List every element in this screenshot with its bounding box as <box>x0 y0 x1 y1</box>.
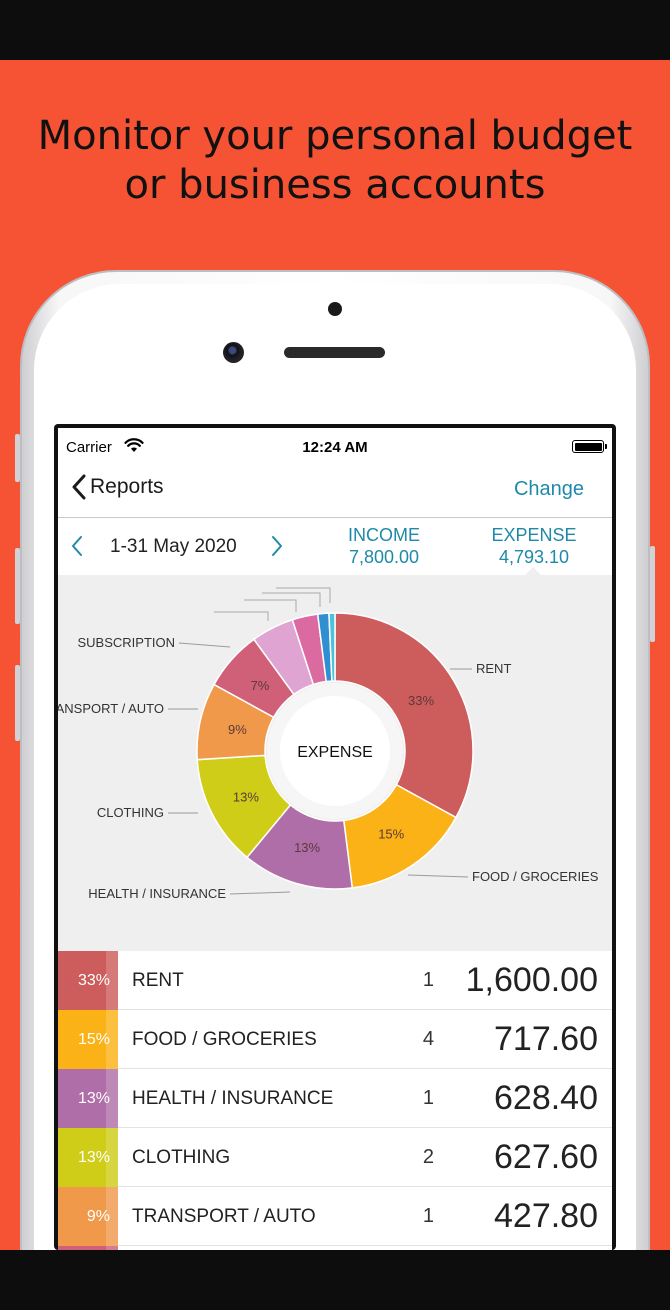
pie-slice-percent-label: 33% <box>408 693 434 708</box>
back-label: Reports <box>90 475 164 498</box>
category-row[interactable]: 33% RENT 1 1,600.00 <box>58 951 612 1010</box>
phone-power-button <box>650 546 655 642</box>
expense-value: 4,793.10 <box>498 547 570 567</box>
category-amount: 628.40 <box>494 1079 598 1117</box>
promo-headline: Monitor your personal budget or business… <box>0 112 670 210</box>
pie-slice-percent-label: 9% <box>228 722 247 737</box>
income-label: INCOME <box>348 525 420 545</box>
pie-label-leader-line <box>229 891 291 895</box>
headline-line-2: or business accounts <box>124 162 546 208</box>
category-transaction-count: 1 <box>422 969 434 991</box>
category-name: CLOTHING <box>132 1147 231 1168</box>
phone-screen: Carrier 12:24 AM Reports Change 1-31 May… <box>54 424 616 1250</box>
camera-icon <box>223 342 244 363</box>
category-percent-badge: 13% <box>58 1128 118 1187</box>
category-percent-badge: 33% <box>58 951 118 1010</box>
promo-banner: Monitor your personal budget or business… <box>0 60 670 1250</box>
category-row[interactable]: 13% CLOTHING 2 627.60 <box>58 1128 612 1187</box>
chevron-left-icon <box>72 474 86 500</box>
status-time: 12:24 AM <box>302 439 368 456</box>
income-value: 7,800.00 <box>348 547 420 567</box>
pie-category-label: HEALTH / INSURANCE <box>88 886 226 901</box>
category-name: RENT <box>132 970 184 991</box>
category-percent-badge: 9% <box>58 1187 118 1246</box>
category-name: FOOD / GROCERIES <box>132 1029 317 1050</box>
category-transaction-count: 1 <box>422 1087 434 1109</box>
category-amount: 627.60 <box>494 1138 598 1176</box>
pie-category-label: CLOTHING <box>97 805 164 820</box>
top-letterbox <box>0 0 670 60</box>
category-transaction-count: 4 <box>422 1028 434 1050</box>
pie-label-leader-line <box>407 874 469 878</box>
expense-label: EXPENSE <box>491 525 577 545</box>
category-percent-badge: 13% <box>58 1069 118 1128</box>
chart-area: 33% RENT 15% FOOD / GROCERIES 13% HEALTH / IN… <box>58 575 612 951</box>
speaker-grille <box>284 347 385 358</box>
period-label: 1-31 May 2020 <box>110 536 237 557</box>
category-list: 33% RENT 1 1,600.00 15% FOOD / GROCERIES 4 717.… <box>58 951 612 1250</box>
bottom-letterbox <box>0 1250 670 1310</box>
category-name: TRANSPORT / AUTO <box>132 1206 316 1227</box>
category-amount: 1,600.00 <box>465 961 598 999</box>
headline-line-1: Monitor your personal budget <box>37 113 633 159</box>
pie-label-leader-line <box>178 642 231 648</box>
app-screen: Carrier 12:24 AM Reports Change 1-31 May… <box>58 428 612 1250</box>
pie-category-label: RENT <box>476 661 511 676</box>
proximity-sensor <box>328 302 342 316</box>
pie-slice-percent-label: 13% <box>233 789 259 804</box>
pie-category-label: TRANSPORT / AUTO <box>58 701 164 716</box>
expense-tab[interactable]: EXPENSE 4,793.10 <box>478 525 590 568</box>
change-button[interactable]: Change <box>514 478 584 501</box>
pie-slice-percent-label: 7% <box>251 678 270 693</box>
pie-label-leader-line <box>214 611 269 621</box>
previous-period-button[interactable] <box>70 535 84 557</box>
category-row[interactable]: 15% FOOD / GROCERIES 4 717.60 <box>58 1010 612 1069</box>
category-amount: 427.80 <box>494 1197 598 1235</box>
status-bar: Carrier 12:24 AM <box>58 428 612 464</box>
category-transaction-count: 2 <box>422 1146 434 1168</box>
pie-label-leader-line <box>276 587 331 603</box>
back-button[interactable]: Reports <box>72 474 164 500</box>
expense-pie-chart: 33% RENT 15% FOOD / GROCERIES 13% HEALTH / IN… <box>58 587 599 901</box>
next-period-button[interactable] <box>270 535 284 557</box>
pie-category-label: FOOD / GROCERIES <box>472 869 599 884</box>
pie-label-leader-line <box>244 599 297 612</box>
selected-tab-pointer <box>524 567 542 576</box>
category-row[interactable]: 13% HEALTH / INSURANCE 1 628.40 <box>58 1069 612 1128</box>
income-tab[interactable]: INCOME 7,800.00 <box>328 525 440 568</box>
category-name: HEALTH / INSURANCE <box>132 1088 334 1109</box>
category-transaction-count: 1 <box>422 1205 434 1227</box>
pie-slice-percent-label: 15% <box>378 827 404 842</box>
pie-category-label: SUBSCRIPTION <box>77 635 175 650</box>
category-amount: 717.60 <box>494 1020 598 1058</box>
navigation-bar: Reports Change <box>58 464 612 518</box>
battery-icon <box>572 440 607 453</box>
pie-center-label: EXPENSE <box>297 744 373 761</box>
category-row[interactable]: 9% TRANSPORT / AUTO 1 427.80 <box>58 1187 612 1246</box>
category-percent-badge: 15% <box>58 1010 118 1069</box>
pie-slice-percent-label: 13% <box>294 840 320 855</box>
